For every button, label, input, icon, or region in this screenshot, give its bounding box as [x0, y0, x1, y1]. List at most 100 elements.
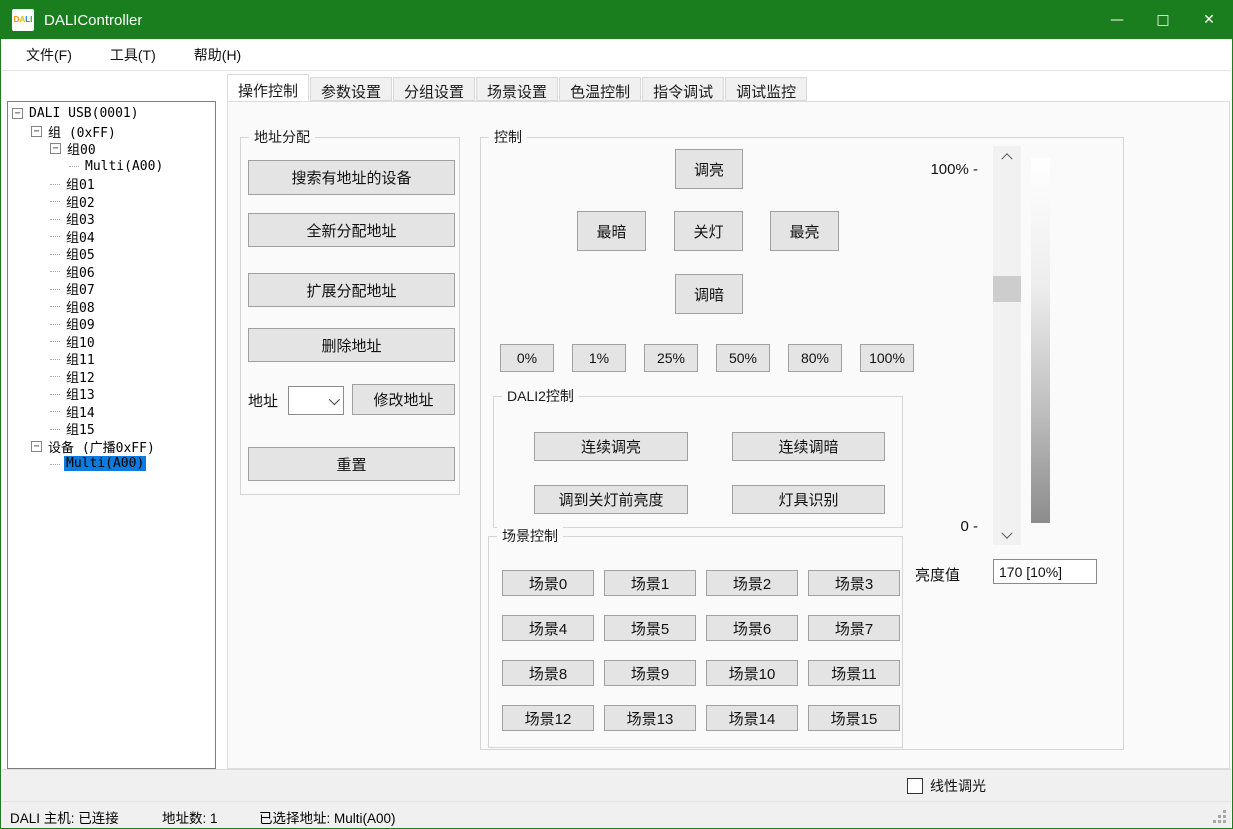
collapse-icon[interactable]: [69, 166, 79, 167]
tab[interactable]: 参数设置: [310, 77, 392, 101]
dali2-button[interactable]: 灯具识别: [732, 485, 885, 514]
dim-up-button[interactable]: 调亮: [675, 149, 743, 189]
device-tree[interactable]: − DALI USB(0001) − 组 (0xFF) − 组00 Multi(…: [7, 101, 216, 769]
tree-item[interactable]: Multi(A00): [8, 455, 215, 473]
tree-item-label[interactable]: 设备 (广播0xFF): [46, 437, 157, 456]
tree-item-label[interactable]: 组13: [64, 384, 97, 403]
tree-item[interactable]: Multi(A00): [8, 158, 215, 176]
collapse-icon[interactable]: −: [31, 441, 42, 452]
scene-button[interactable]: 场景6: [706, 615, 798, 641]
tree-item-label[interactable]: 组14: [64, 402, 97, 421]
scene-button[interactable]: 场景8: [502, 660, 594, 686]
tree-item[interactable]: 组13: [8, 385, 215, 403]
dali2-button[interactable]: 调到关灯前亮度: [534, 485, 688, 514]
collapse-icon[interactable]: [50, 359, 60, 360]
tree-item-label[interactable]: 组 (0xFF): [46, 122, 118, 141]
tree-item[interactable]: 组07: [8, 280, 215, 298]
lamp-off-button[interactable]: 关灯: [674, 211, 743, 251]
collapse-icon[interactable]: −: [50, 143, 61, 154]
scene-button[interactable]: 场景1: [604, 570, 696, 596]
tree-item-label[interactable]: 组09: [64, 314, 97, 333]
resize-grip-icon[interactable]: [1223, 820, 1226, 823]
percent-button[interactable]: 100%: [860, 344, 914, 372]
scene-button[interactable]: 场景14: [706, 705, 798, 731]
tree-item-label[interactable]: 组11: [64, 349, 97, 368]
tab[interactable]: 操作控制: [227, 74, 309, 101]
tree-item-label[interactable]: 组15: [64, 419, 97, 438]
scene-button[interactable]: 场景13: [604, 705, 696, 731]
search-addressed-devices-button[interactable]: 搜索有地址的设备: [248, 160, 455, 195]
tab[interactable]: 调试监控: [725, 77, 807, 101]
collapse-icon[interactable]: [50, 236, 60, 237]
tree-item[interactable]: 组01: [8, 175, 215, 193]
tree-item[interactable]: 组03: [8, 210, 215, 228]
collapse-icon[interactable]: [50, 254, 60, 255]
maximize-button[interactable]: □: [1140, 1, 1186, 39]
dali2-button[interactable]: 连续调亮: [534, 432, 688, 461]
scene-button[interactable]: 场景12: [502, 705, 594, 731]
tree-item[interactable]: 组09: [8, 315, 215, 333]
scroll-up-button[interactable]: [993, 146, 1021, 165]
dim-max-button[interactable]: 最亮: [770, 211, 839, 251]
tab[interactable]: 分组设置: [393, 77, 475, 101]
tree-item[interactable]: 组06: [8, 263, 215, 281]
tree-item[interactable]: − DALI USB(0001): [8, 105, 215, 123]
tree-item-label[interactable]: 组05: [64, 244, 97, 263]
tree-item-label[interactable]: Multi(A00): [83, 159, 165, 174]
tree-item[interactable]: − 组 (0xFF): [8, 123, 215, 141]
collapse-icon[interactable]: [50, 464, 60, 465]
tab[interactable]: 指令调试: [642, 77, 724, 101]
tree-item[interactable]: 组08: [8, 298, 215, 316]
tree-item[interactable]: 组11: [8, 350, 215, 368]
minimize-button[interactable]: —: [1094, 1, 1140, 39]
menu-item[interactable]: 文件(F): [20, 41, 78, 69]
tree-item[interactable]: 组15: [8, 420, 215, 438]
tree-item[interactable]: 组02: [8, 193, 215, 211]
assign-new-addresses-button[interactable]: 全新分配地址: [248, 213, 455, 247]
tree-item-label[interactable]: 组04: [64, 227, 97, 246]
menu-item[interactable]: 帮助(H): [188, 41, 247, 69]
collapse-icon[interactable]: −: [31, 126, 42, 137]
dali2-button[interactable]: 连续调暗: [732, 432, 885, 461]
extend-assign-addresses-button[interactable]: 扩展分配地址: [248, 273, 455, 307]
tree-item[interactable]: 组10: [8, 333, 215, 351]
scene-button[interactable]: 场景7: [808, 615, 900, 641]
tree-item-label[interactable]: DALI USB(0001): [27, 106, 141, 121]
tree-item-label[interactable]: Multi(A00): [64, 456, 146, 471]
tree-item[interactable]: − 设备 (广播0xFF): [8, 438, 215, 456]
scene-button[interactable]: 场景4: [502, 615, 594, 641]
tree-item-label[interactable]: 组00: [65, 139, 98, 158]
tree-item[interactable]: 组04: [8, 228, 215, 246]
scroll-down-button[interactable]: [993, 526, 1021, 545]
linear-dimming-checkbox[interactable]: [907, 778, 923, 794]
collapse-icon[interactable]: [50, 376, 60, 377]
scene-button[interactable]: 场景2: [706, 570, 798, 596]
scene-button[interactable]: 场景9: [604, 660, 696, 686]
menu-item[interactable]: 工具(T): [104, 41, 162, 69]
dim-down-button[interactable]: 调暗: [675, 274, 743, 314]
reset-button[interactable]: 重置: [248, 447, 455, 481]
percent-button[interactable]: 25%: [644, 344, 698, 372]
tab[interactable]: 场景设置: [476, 77, 558, 101]
tree-item-label[interactable]: 组06: [64, 262, 97, 281]
linear-dimming-option[interactable]: 线性调光: [907, 776, 986, 796]
collapse-icon[interactable]: −: [12, 108, 23, 119]
percent-button[interactable]: 50%: [716, 344, 770, 372]
collapse-icon[interactable]: [50, 219, 60, 220]
tree-item-label[interactable]: 组03: [64, 209, 97, 228]
collapse-icon[interactable]: [50, 289, 60, 290]
brightness-value-field[interactable]: 170 [10%]: [993, 559, 1097, 584]
tree-item-label[interactable]: 组08: [64, 297, 97, 316]
collapse-icon[interactable]: [50, 184, 60, 185]
brightness-scrollbar[interactable]: [993, 146, 1021, 545]
collapse-icon[interactable]: [50, 201, 60, 202]
scene-button[interactable]: 场景3: [808, 570, 900, 596]
scene-button[interactable]: 场景11: [808, 660, 900, 686]
scene-button[interactable]: 场景10: [706, 660, 798, 686]
percent-button[interactable]: 80%: [788, 344, 842, 372]
tree-item-label[interactable]: 组07: [64, 279, 97, 298]
scene-button[interactable]: 场景15: [808, 705, 900, 731]
tree-item[interactable]: 组14: [8, 403, 215, 421]
scene-button[interactable]: 场景5: [604, 615, 696, 641]
tree-item-label[interactable]: 组01: [64, 174, 97, 193]
